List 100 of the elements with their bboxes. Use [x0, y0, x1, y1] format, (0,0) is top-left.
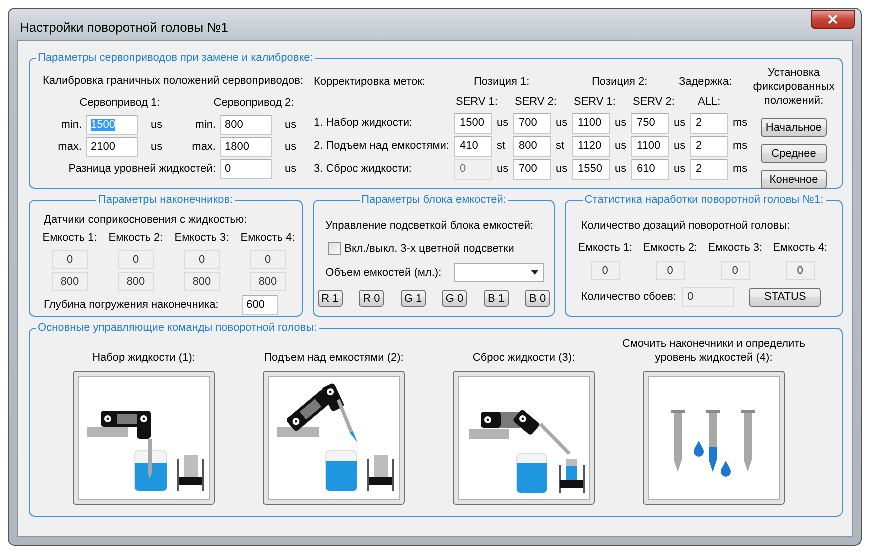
input-field[interactable]: 1100 [631, 136, 669, 157]
light-button[interactable]: R 1 [318, 290, 343, 307]
servo-label: Сервопривод 1: [78, 96, 162, 111]
group-title: Основные управляющие команды поворотной головы: [37, 321, 318, 335]
container-label: Емкость 2: [643, 241, 698, 256]
command-label: Подъем над емкостями (2): [263, 351, 405, 365]
unit-label: ms [732, 162, 749, 177]
light-button[interactable]: G 1 [400, 290, 426, 307]
light-button[interactable]: G 0 [442, 290, 468, 307]
readout-field: 800 [250, 272, 286, 291]
row-label: 2. Подъем над емкостями: [314, 139, 450, 154]
input-field[interactable]: 1100 [572, 113, 610, 134]
section-heading: Калибровка граничных положений сервоприводов: [43, 74, 304, 89]
caret-icon [531, 270, 540, 275]
group-title: Параметры блока емкостей: [360, 193, 508, 207]
position-button[interactable]: Конечное [761, 170, 827, 189]
readout-field: 0 [682, 287, 734, 307]
field-label: Разница уровней жидкостей: [68, 162, 216, 177]
unit-label: ms [732, 139, 749, 154]
column-heading: SERV 1: [573, 95, 617, 110]
command-button[interactable] [73, 371, 215, 505]
section-heading: Управление подсветкой блока емкостей: [326, 219, 535, 234]
readout-field: 0 [250, 250, 286, 269]
readout-field: 0 [720, 261, 750, 280]
input-field[interactable]: 0 [220, 159, 272, 179]
unit-label: us [673, 116, 687, 131]
light-button[interactable]: R 0 [359, 290, 384, 307]
unit-label: us [284, 118, 298, 133]
field-label: Количество сбоев: [581, 291, 676, 303]
input-field[interactable]: 2 [690, 113, 728, 134]
input-field[interactable]: 610 [631, 159, 669, 180]
unit-label: us [555, 162, 569, 177]
input-field[interactable]: 1500 [454, 113, 492, 134]
command-label: Смочить наконечники и определить уровень жидкостей (4): [622, 337, 806, 365]
group-title: Статистика наработки поворотной головы №1: [584, 193, 825, 207]
input-field[interactable]: 700 [513, 113, 551, 134]
readout-field: 0 [590, 261, 620, 280]
close-button[interactable] [811, 10, 855, 29]
unit-label: st [496, 139, 507, 154]
container-label: Емкость 1: [42, 231, 98, 246]
field-label: min. [60, 118, 82, 133]
readout-field: 800 [184, 272, 220, 291]
field-label: min. [194, 118, 216, 133]
row-label: 1. Набор жидкости: [314, 116, 414, 131]
unit-label: us [673, 162, 687, 177]
input-field[interactable]: 700 [513, 159, 551, 180]
container-label: Емкость 3: [708, 241, 763, 256]
input-field[interactable]: 1550 [572, 159, 610, 180]
unit-label: us [284, 162, 298, 177]
column-heading: Задержка: [678, 75, 734, 90]
command-button[interactable] [263, 371, 405, 505]
unit-label: us [673, 139, 687, 154]
section-heading: Количество дозаций поворотной головы: [581, 219, 792, 234]
container-label: Емкость 4: [773, 241, 828, 256]
light-button[interactable]: B 0 [525, 290, 550, 307]
status-button[interactable]: STATUS [749, 288, 822, 306]
unit-label: us [284, 140, 298, 155]
input-field[interactable]: 410 [454, 136, 492, 157]
column-heading: SERV 2: [514, 95, 558, 110]
input-field[interactable]: 2 [690, 159, 728, 180]
input-field[interactable]: 600 [242, 295, 278, 315]
readout-field: 0 [184, 250, 220, 269]
position-button[interactable]: Среднее [761, 144, 827, 163]
unit-label: ms [732, 116, 749, 131]
input-field[interactable]: 800 [220, 115, 272, 135]
unit-label: us [555, 116, 569, 131]
position-button[interactable]: Начальное [761, 118, 827, 137]
input-field[interactable]: 2 [690, 136, 728, 157]
section-heading: Корректировка меток: [314, 75, 427, 90]
checkbox-label: Вкл./выкл. 3-х цветной подсветки [344, 242, 514, 254]
input-field[interactable]: 1800 [220, 137, 272, 157]
command-button[interactable] [453, 371, 595, 505]
container-label: Емкость 4: [240, 231, 296, 246]
input-field[interactable]: 800 [513, 136, 551, 157]
unit-label: us [614, 116, 628, 131]
unit-label: st [555, 139, 566, 154]
servo-label: Сервопривод 2: [212, 96, 296, 111]
readout-field: 0 [52, 250, 88, 269]
row-label: 3. Сброс жидкости: [314, 162, 413, 177]
unit-label: us [496, 116, 510, 131]
column-heading: ALL: [697, 95, 722, 110]
column-heading: SERV 2: [632, 95, 676, 110]
field-label: Глубина погружения наконечника: [44, 298, 219, 310]
unit-label: us [614, 139, 628, 154]
column-heading: Позиция 1: [473, 75, 531, 90]
readout-field: 0 [786, 261, 815, 280]
light-button[interactable]: B 1 [484, 290, 509, 307]
input-field[interactable]: 1120 [572, 136, 610, 157]
section-heading: Установка фиксированных положений: [752, 66, 836, 108]
unit-label: us [150, 140, 164, 155]
readout-field: 800 [118, 272, 154, 291]
readout-field: 800 [52, 272, 88, 291]
input-field[interactable]: 2100 [86, 137, 138, 157]
checkbox[interactable] [328, 242, 341, 255]
input-field[interactable]: 750 [631, 113, 669, 134]
readout-field: 0 [656, 261, 685, 280]
section-heading: Датчики соприкосновения с жидкостью: [44, 213, 248, 228]
window-title: Настройки поворотной головы №1 [20, 21, 228, 35]
field-label: Объем емкостей (мл.): [326, 266, 442, 278]
column-heading: SERV 1: [455, 95, 499, 110]
